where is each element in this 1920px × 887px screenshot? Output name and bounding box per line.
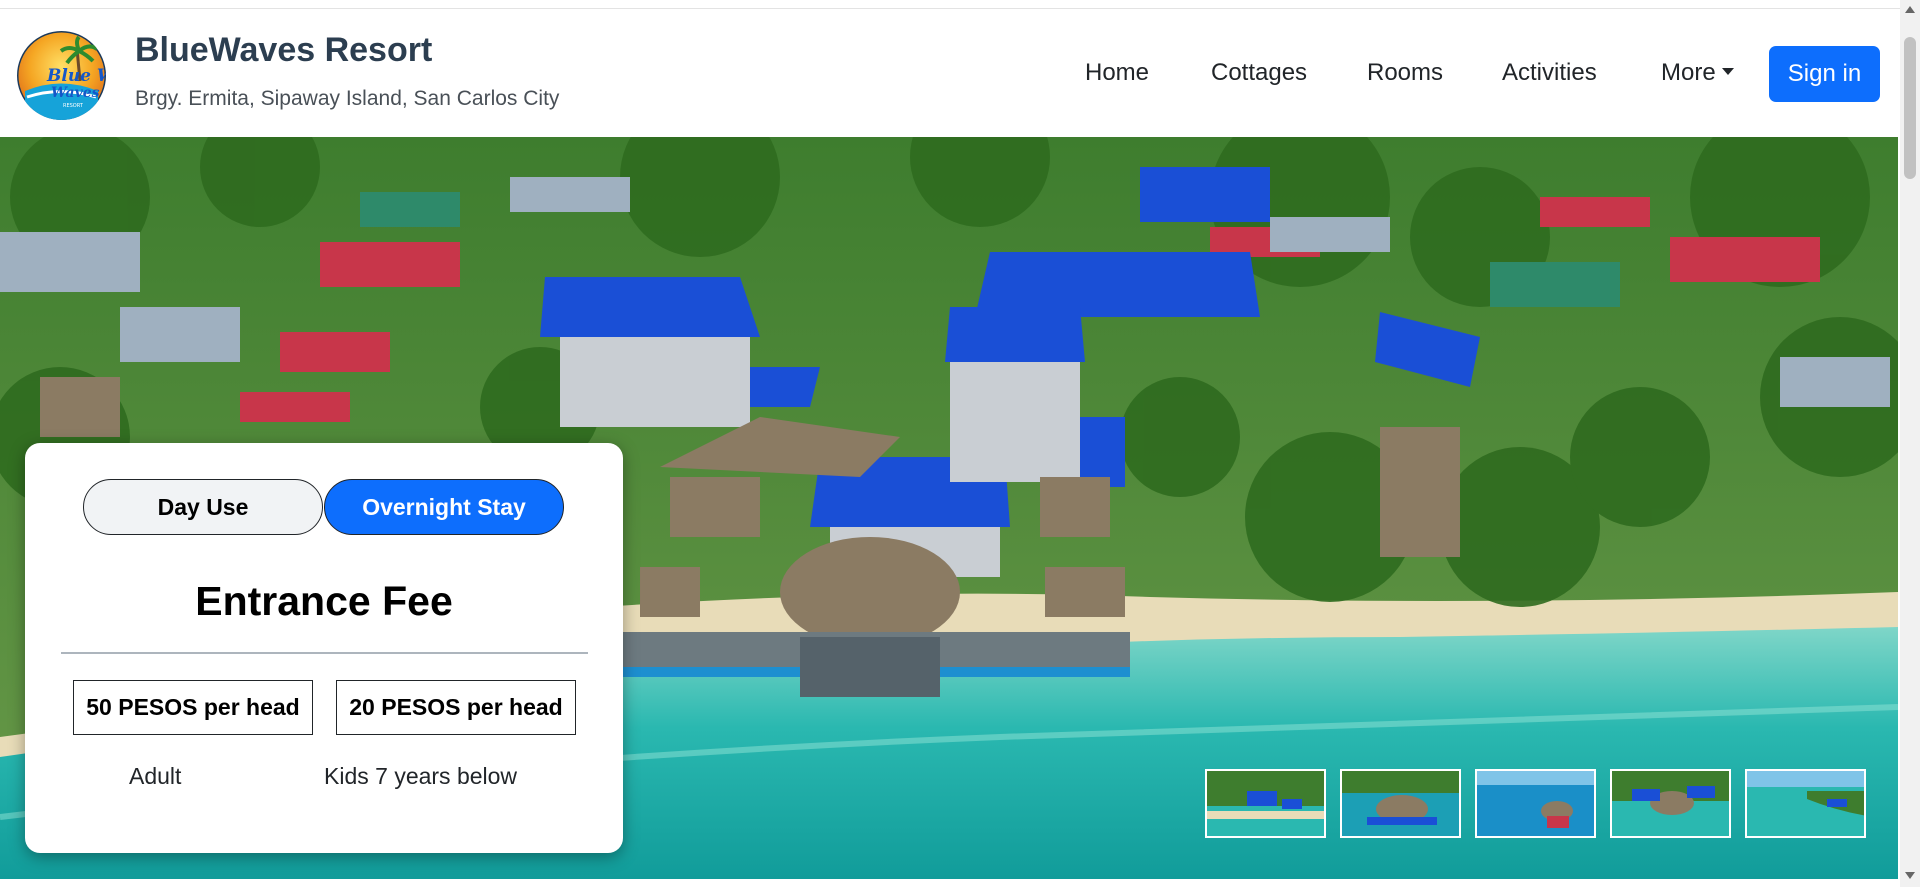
- entrance-fee-heading: Entrance Fee: [195, 578, 453, 624]
- nav-cottages[interactable]: Cottages: [1211, 59, 1307, 87]
- sign-in-button[interactable]: Sign in: [1769, 46, 1880, 102]
- entrance-fee-card: Day Use Overnight Stay Entrance Fee 50 P…: [25, 443, 623, 853]
- gallery-thumbnail[interactable]: [1205, 769, 1326, 838]
- site-title: BlueWaves Resort: [135, 31, 433, 69]
- svg-text:Blue Waves: Blue Waves: [46, 66, 106, 86]
- adult-label: Adult: [129, 763, 182, 789]
- resort-logo[interactable]: Blue Waves Waves RESORT: [17, 31, 106, 120]
- svg-text:Waves: Waves: [51, 85, 100, 101]
- tab-day-use[interactable]: Day Use: [83, 479, 323, 535]
- top-border: [0, 0, 1900, 9]
- nav-activities[interactable]: Activities: [1502, 59, 1597, 87]
- kids-price: 20 PESOS per head: [336, 680, 576, 735]
- svg-text:RESORT: RESORT: [63, 103, 84, 109]
- caret-down-icon: [1721, 68, 1734, 76]
- page-scrollbar[interactable]: [1900, 0, 1920, 887]
- kids-label: Kids 7 years below: [324, 763, 518, 789]
- tab-overnight-stay[interactable]: Overnight Stay: [324, 479, 564, 535]
- adult-price: 50 PESOS per head: [73, 680, 313, 735]
- site-header: Blue Waves Waves RESORT BlueWaves Resort…: [0, 9, 1900, 137]
- scroll-down-icon[interactable]: [1905, 872, 1915, 879]
- gallery-thumbnail[interactable]: [1475, 769, 1596, 838]
- gallery-thumbnail[interactable]: [1745, 769, 1866, 838]
- gallery-thumbnail[interactable]: [1610, 769, 1731, 838]
- site-address: Brgy. Ermita, Sipaway Island, San Carlos…: [135, 87, 560, 110]
- nav-home[interactable]: Home: [1085, 59, 1149, 87]
- gallery-thumbnail[interactable]: [1340, 769, 1461, 838]
- nav-more-dropdown[interactable]: More: [1661, 59, 1734, 87]
- nav-more-label: More: [1661, 59, 1716, 86]
- nav-rooms[interactable]: Rooms: [1367, 59, 1443, 87]
- divider: [61, 652, 588, 654]
- scrollbar-thumb[interactable]: [1904, 37, 1916, 179]
- scroll-up-icon[interactable]: [1905, 6, 1915, 13]
